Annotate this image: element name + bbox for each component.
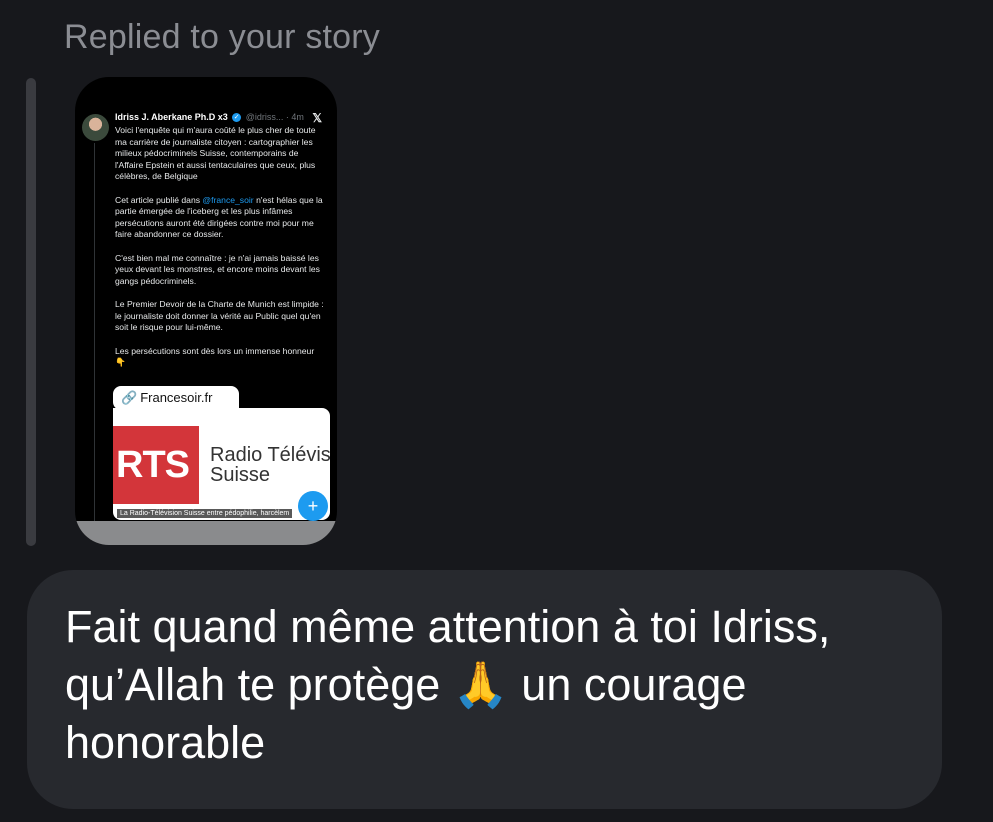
tweet-paragraph: Les persécutions sont dès lors un immens…	[115, 345, 315, 368]
x-logo-icon: 𝕏	[312, 111, 322, 125]
tweet-header: Idriss J. Aberkane Ph.D x3 ✓ @idriss... …	[115, 111, 330, 125]
rts-name: Radio Télévis Suisse	[210, 444, 330, 486]
link-chip[interactable]: 🔗 Francesoir.fr	[113, 386, 239, 410]
tweet-handle-time: @idriss... · 4m	[245, 112, 304, 122]
mention-link[interactable]: @france_soir	[202, 195, 253, 205]
tweet-paragraph: Le Premier Devoir de la Charte de Munich…	[115, 299, 324, 332]
rts-logo: RTS	[113, 426, 199, 504]
message-text: Fait quand même attention à toi Idriss, …	[65, 601, 831, 768]
link-chip-label: Francesoir.fr	[140, 390, 213, 405]
story-thumbnail[interactable]: Idriss J. Aberkane Ph.D x3 ✓ @idriss... …	[75, 77, 337, 545]
tweet-avatar	[82, 114, 109, 141]
tweet-paragraph: Cet article publié dans @france_soir n'e…	[115, 194, 323, 240]
tweet-author-name: Idriss J. Aberkane Ph.D x3	[115, 112, 228, 122]
link-icon: 🔗	[121, 390, 138, 405]
reply-quote-bar	[26, 78, 36, 546]
message-bubble[interactable]: Fait quand même attention à toi Idriss, …	[27, 570, 942, 809]
tweet-paragraph: Voici l'enquête qui m'aura coûté le plus…	[115, 125, 316, 181]
card-caption: La Radio-Télévision Suisse entre pédophi…	[117, 509, 293, 518]
story-bottom-strip	[75, 521, 337, 545]
tweet-paragraph: C'est bien mal me connaître : je n'ai ja…	[115, 252, 320, 286]
thread-line	[94, 143, 95, 523]
add-fab-button[interactable]: +	[298, 491, 328, 521]
reply-label: Replied to your story	[64, 18, 381, 56]
tweet-body: Voici l'enquête qui m'aura coûté le plus…	[115, 125, 327, 381]
verified-icon: ✓	[232, 113, 242, 123]
